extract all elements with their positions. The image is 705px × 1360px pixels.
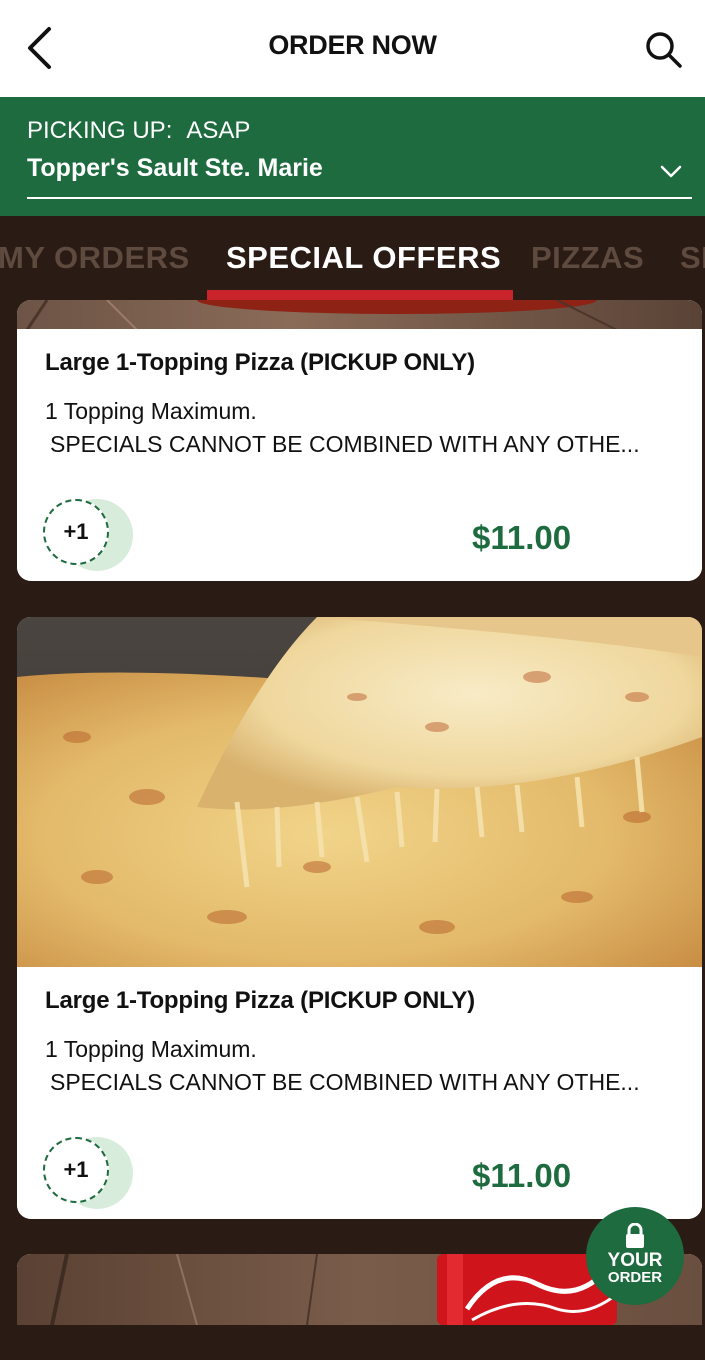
bottom-bar [0, 1325, 705, 1360]
item-image [17, 300, 702, 330]
order-button-line1: YOUR [607, 1250, 663, 1271]
menu-item-card[interactable]: Large 1-Topping Pizza (PICKUP ONLY) 1 To… [17, 300, 702, 581]
tab-pizzas[interactable]: PIZZAS [531, 240, 644, 276]
item-price: $11.00 [472, 1157, 572, 1194]
search-icon [646, 32, 682, 68]
quick-add-label: +1 [43, 1137, 109, 1203]
item-description-more: SPECIALS CANNOT BE COMBINED WITH ANY OTH… [50, 1069, 640, 1095]
quick-add-button[interactable]: +1 [43, 499, 133, 571]
item-details: Large 1-Topping Pizza (PICKUP ONLY) 1 To… [17, 967, 702, 1219]
tab-special-offers[interactable]: SPECIAL OFFERS [226, 240, 501, 276]
category-tabs: MY ORDERS SPECIAL OFFERS PIZZAS SI [0, 216, 705, 300]
item-description: 1 Topping Maximum. [45, 1036, 257, 1062]
item-image [17, 617, 702, 967]
pickup-selector[interactable]: PICKING UP: ASAP Topper's Sault Ste. Mari… [0, 97, 705, 216]
tab-partial[interactable]: SI [680, 240, 705, 276]
page-title: ORDER NOW [268, 30, 437, 60]
menu-item-card[interactable]: Large 1-Topping Pizza (PICKUP ONLY) 1 To… [17, 617, 702, 1219]
item-description: 1 Topping Maximum. [45, 398, 257, 424]
active-tab-indicator [207, 290, 513, 300]
order-button-line2: ORDER [607, 1269, 663, 1286]
item-title: Large 1-Topping Pizza (PICKUP ONLY) [45, 349, 475, 376]
chevron-down-icon[interactable] [659, 161, 683, 181]
pickup-time: ASAP [186, 117, 251, 144]
pickup-store-name: Topper's Sault Ste. Marie [27, 154, 323, 182]
tab-my-orders[interactable]: MY ORDERS [0, 240, 190, 276]
quick-add-button[interactable]: +1 [43, 1137, 133, 1209]
pickup-label: PICKING UP: [27, 117, 173, 144]
quick-add-label: +1 [43, 499, 109, 565]
item-price: $11.00 [472, 519, 572, 556]
search-button[interactable] [641, 26, 687, 74]
app-header: ORDER NOW [0, 0, 705, 97]
item-description-more: SPECIALS CANNOT BE COMBINED WITH ANY OTH… [50, 431, 640, 457]
your-order-button[interactable]: YOUR ORDER [586, 1207, 684, 1305]
lock-icon [626, 1223, 644, 1248]
pickup-underline [27, 197, 692, 199]
pickup-info: PICKING UP: ASAP [27, 117, 250, 145]
item-details: Large 1-Topping Pizza (PICKUP ONLY) 1 To… [17, 329, 702, 581]
item-title: Large 1-Topping Pizza (PICKUP ONLY) [45, 987, 475, 1014]
